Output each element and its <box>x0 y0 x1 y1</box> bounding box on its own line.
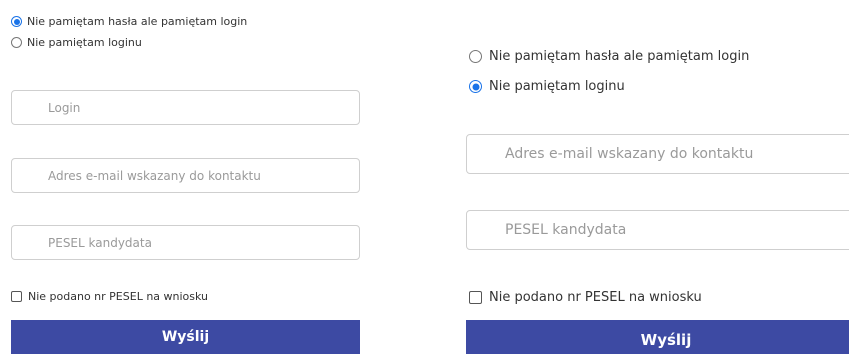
option-forgot-login-label: Nie pamiętam loginu <box>489 79 625 94</box>
no-pesel-label: Nie podano nr PESEL na wniosku <box>28 290 209 303</box>
email-field[interactable] <box>11 158 360 193</box>
option-forgot-password-label: Nie pamiętam hasła ale pamiętam login <box>489 49 750 64</box>
no-pesel-checkbox[interactable] <box>11 291 22 302</box>
email-input[interactable] <box>12 159 359 192</box>
pesel-field[interactable] <box>466 210 849 250</box>
no-pesel-option[interactable]: Nie podano nr PESEL na wniosku <box>469 290 702 305</box>
no-pesel-checkbox[interactable] <box>469 291 482 304</box>
option-forgot-login[interactable]: Nie pamiętam loginu <box>11 36 142 49</box>
option-forgot-password[interactable]: Nie pamiętam hasła ale pamiętam login <box>469 49 749 64</box>
submit-button[interactable]: Wyślij <box>11 320 360 354</box>
submit-button[interactable]: Wyślij <box>466 320 849 354</box>
no-pesel-label: Nie podano nr PESEL na wniosku <box>489 290 702 305</box>
no-pesel-option[interactable]: Nie podano nr PESEL na wniosku <box>11 290 208 303</box>
login-field[interactable] <box>11 90 360 125</box>
option-forgot-login-label: Nie pamiętam loginu <box>27 36 142 49</box>
email-input[interactable] <box>467 135 849 173</box>
radio-forgot-password[interactable] <box>11 16 22 27</box>
option-forgot-login[interactable]: Nie pamiętam loginu <box>469 79 625 94</box>
option-forgot-password-label: Nie pamiętam hasła ale pamiętam login <box>27 15 248 28</box>
email-field[interactable] <box>466 134 849 174</box>
radio-forgot-password[interactable] <box>469 50 482 63</box>
radio-forgot-login[interactable] <box>11 37 22 48</box>
pesel-input[interactable] <box>12 226 359 259</box>
radio-forgot-login[interactable] <box>469 80 482 93</box>
pesel-field[interactable] <box>11 225 360 260</box>
pesel-input[interactable] <box>467 211 849 249</box>
option-forgot-password[interactable]: Nie pamiętam hasła ale pamiętam login <box>11 15 247 28</box>
login-input[interactable] <box>12 91 359 124</box>
